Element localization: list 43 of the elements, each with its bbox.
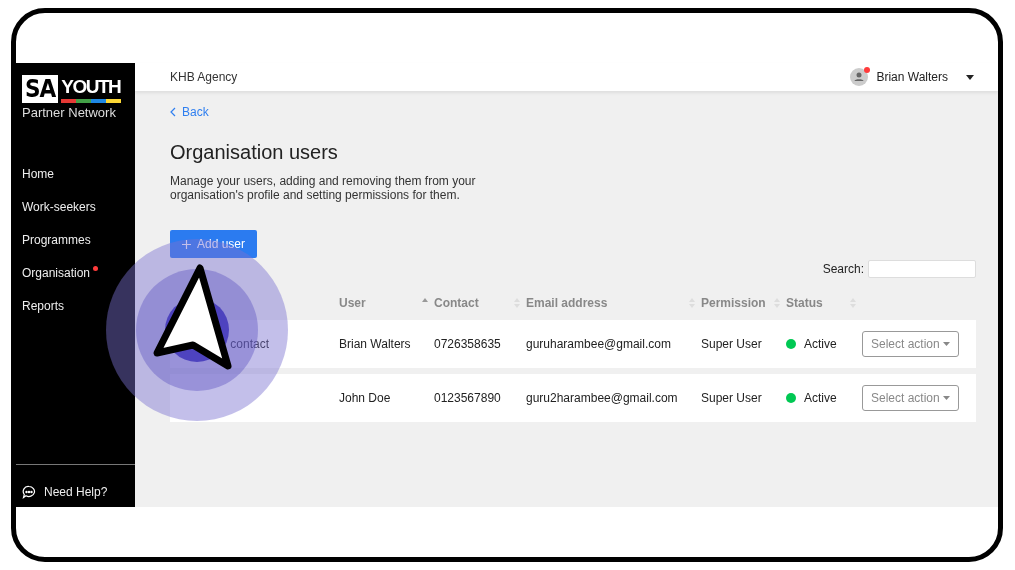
column-header[interactable]: Email address [526,296,608,310]
help-link[interactable]: Need Help? [16,465,135,507]
table-cell: Super User [701,391,762,405]
table-cell: 0726358635 [434,337,501,351]
user-avatar[interactable] [850,68,869,86]
nav-link[interactable]: Programmes [22,232,91,249]
user-name[interactable]: Brian Walters [876,70,948,84]
search-field[interactable] [868,260,976,278]
agency-name: KHB Agency [170,70,238,84]
color-stripe-icon [61,99,122,103]
table-cell: Brian Walters [339,337,411,351]
nav-link[interactable]: Organisation [22,265,99,282]
action-dropdown[interactable]: Select action [862,331,959,357]
column-header[interactable]: Contact [434,296,479,310]
caret-icon[interactable] [966,74,974,80]
chevron-left-icon [170,107,176,117]
table-cell: guru2harambee@gmail.com [526,391,678,405]
action-dropdown[interactable]: Select action [862,385,959,411]
chat-bubble-icon [22,485,36,499]
column-header[interactable]: Status [786,296,823,310]
back-link[interactable]: Back [170,105,209,119]
nav-link[interactable]: Reports [22,298,65,315]
logo-mark: SA [22,75,59,103]
plus-icon [182,239,191,249]
logo-tagline: Partner Network [22,105,117,120]
table-cell: John Doe [339,391,391,405]
search-label: Search: [822,262,864,276]
logo-wordmark: YOUTH [61,75,122,99]
table-cell: Super User [701,337,762,351]
caret-icon [942,396,950,400]
status-text: Active [804,391,837,405]
page-title: Organisation users [170,141,339,164]
table-cell: contact [230,337,269,351]
column-header[interactable]: Permission [701,296,766,310]
caret-icon [942,342,950,346]
column-header[interactable]: User [339,296,366,310]
status-text: Active [804,337,837,351]
nav-link[interactable]: Home [22,166,54,183]
table-cell: guruharambee@gmail.com [526,337,671,351]
nav-link[interactable]: Work-seekers [22,199,96,216]
table-cell: 0123567890 [434,391,501,405]
add-user-button[interactable]: Add user [170,230,258,258]
page-description: Manage your users, adding and removing them from your organisation's profile and setting permissions for them. [170,174,477,202]
